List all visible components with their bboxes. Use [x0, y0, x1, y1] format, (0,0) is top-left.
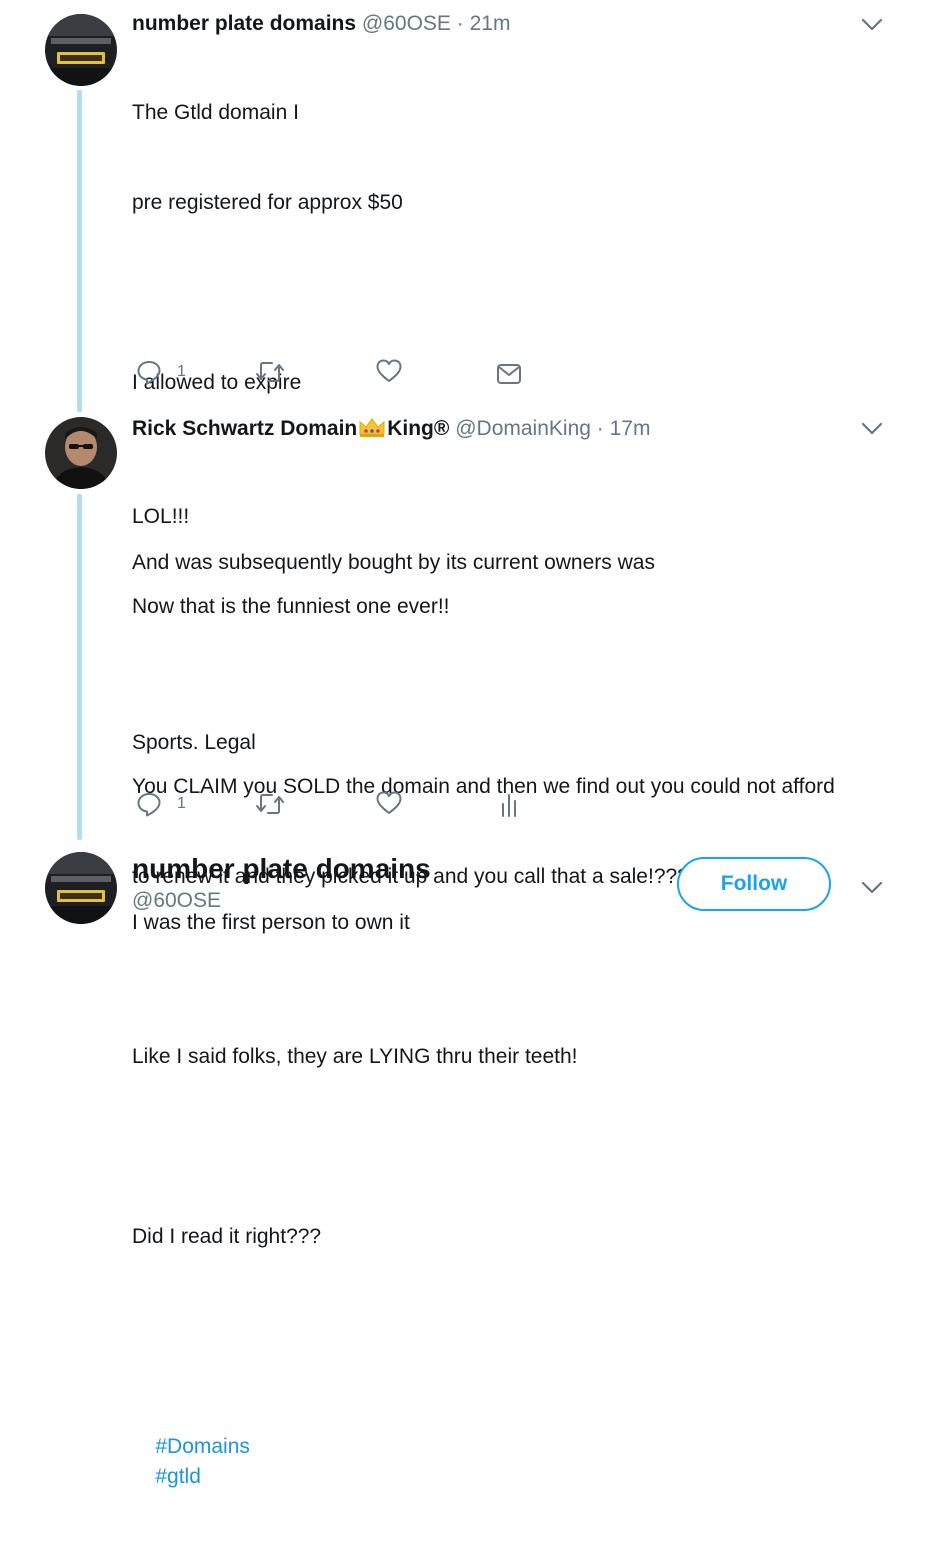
hashtag-link[interactable]: #Domains [155, 1435, 250, 1458]
tweet-header: Rick Schwartz Domain King® @DomainKing ·… [132, 416, 650, 441]
retweet-icon [256, 362, 284, 382]
thread-line [77, 90, 82, 412]
text-line [132, 682, 892, 712]
author-name[interactable]: number plate domains [132, 12, 356, 35]
profile-handle[interactable]: @60OSE [132, 889, 221, 913]
reply-button[interactable]: 1 [135, 358, 186, 386]
author-name-part: Rick Schwartz Domain [132, 417, 358, 440]
profile-name[interactable]: number plate domains [132, 853, 431, 885]
retweet-icon [256, 794, 284, 814]
chevron-down-icon[interactable] [861, 422, 883, 436]
timestamp[interactable]: · 17m [597, 417, 651, 440]
text-line: LOL!!! [132, 505, 190, 528]
reply-count: 1 [177, 363, 186, 380]
timestamp[interactable]: · 21m [457, 12, 511, 35]
like-icon [376, 791, 402, 814]
reply-icon [137, 361, 161, 385]
text-line: pre registered for approx $50 [132, 191, 403, 214]
chevron-down-icon[interactable] [861, 18, 883, 32]
message-icon [497, 364, 521, 384]
follow-button[interactable]: Follow [677, 857, 831, 911]
text-line [132, 1312, 892, 1342]
author-handle[interactable]: @60OSE [362, 12, 451, 35]
text-line [132, 1132, 892, 1162]
author-name[interactable]: Rick Schwartz Domain King® [132, 417, 449, 440]
hashtag-line: #Domains #gtld [132, 1402, 892, 1522]
message-button[interactable] [496, 360, 522, 388]
text-line [132, 278, 892, 308]
thread-line [77, 494, 82, 840]
retweet-button[interactable] [255, 358, 285, 386]
text-line: Like I said folks, they are LYING thru t… [132, 1045, 578, 1068]
crown-icon [359, 418, 385, 437]
avatar[interactable] [45, 852, 117, 924]
analytics-icon [502, 794, 516, 817]
retweet-button[interactable] [255, 790, 285, 818]
avatar[interactable] [45, 417, 117, 489]
hashtag-link[interactable]: #gtld [155, 1465, 201, 1488]
reply-icon [137, 793, 161, 817]
tweet-text: LOL!!! Now that is the funniest one ever… [132, 442, 892, 1552]
chevron-down-icon[interactable] [861, 881, 883, 895]
like-button[interactable] [375, 789, 403, 817]
tweet-header: number plate domains @60OSE · 21m [132, 12, 510, 36]
author-handle[interactable]: @DomainKing [455, 417, 591, 440]
like-button[interactable] [375, 357, 403, 385]
avatar[interactable] [45, 14, 117, 86]
like-icon [376, 359, 402, 382]
text-line [132, 952, 892, 982]
analytics-button[interactable] [498, 791, 520, 819]
text-line: Did I read it right??? [132, 1225, 322, 1248]
reply-count: 1 [177, 795, 186, 812]
text-line: Now that is the funniest one ever!! [132, 595, 450, 618]
author-name-part: King® [387, 417, 450, 440]
text-line: The Gtld domain I [132, 101, 299, 124]
reply-button[interactable]: 1 [135, 790, 186, 818]
